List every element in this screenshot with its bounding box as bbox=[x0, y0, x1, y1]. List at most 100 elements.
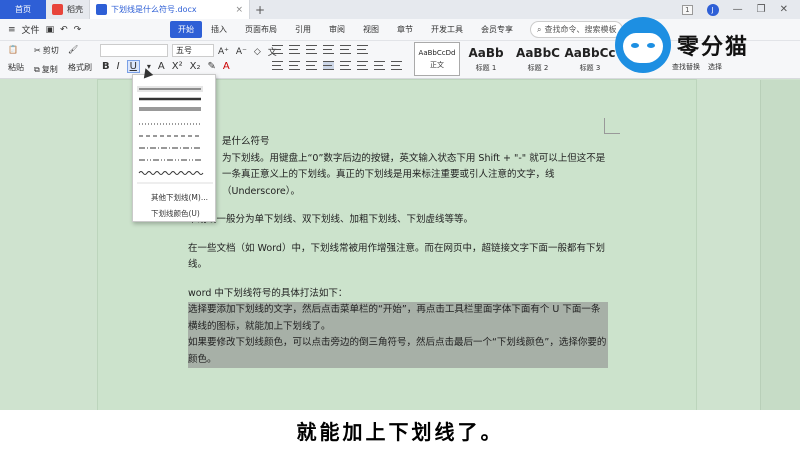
tab-review[interactable]: 审阅 bbox=[320, 24, 354, 35]
close-tab-icon[interactable]: × bbox=[235, 5, 243, 15]
justify-icon[interactable] bbox=[323, 61, 334, 70]
hamburger-icon[interactable]: ≡ bbox=[8, 25, 16, 35]
bullet-list-icon[interactable] bbox=[272, 45, 283, 54]
avatar[interactable]: J bbox=[706, 3, 719, 16]
tab-daoke[interactable]: 稻壳 bbox=[46, 0, 90, 19]
tab-home[interactable]: 首页 bbox=[0, 0, 46, 19]
brush-icon: 🖌 bbox=[68, 45, 79, 54]
show-marks-icon[interactable] bbox=[357, 45, 368, 54]
distribute-icon[interactable] bbox=[340, 61, 351, 70]
maximize-icon[interactable]: ❐ bbox=[757, 4, 766, 15]
style-normal[interactable]: AaBbCcDd 正文 bbox=[414, 42, 460, 76]
font-color-icon[interactable]: A bbox=[158, 61, 165, 72]
increase-indent-icon[interactable] bbox=[323, 45, 334, 54]
paste-label[interactable]: 粘贴 bbox=[8, 62, 24, 73]
underline-button[interactable]: U bbox=[126, 60, 140, 73]
search-placeholder: 查找命令、搜索模板 bbox=[544, 25, 617, 34]
new-tab-button[interactable]: + bbox=[250, 0, 270, 19]
daoke-icon bbox=[52, 4, 63, 15]
document-body[interactable]: 是什么符号 为下划线。用键盘上“0”数字后边的按键，英文输入状态下用 Shift… bbox=[188, 134, 608, 368]
video-subtitle: 就能加上下划线了。 bbox=[0, 410, 800, 450]
doc-step-1: 选择要添加下划线的文字，然后点击菜单栏的“开始”，再点击工具栏里面字体下面有个 … bbox=[188, 302, 608, 335]
format-painter-button[interactable]: 🖌 bbox=[68, 45, 92, 54]
highlight-icon[interactable]: ✎ bbox=[207, 61, 215, 72]
doc-paragraph-3: 在一些文档（如 Word）中，下划线常被用作增强注意。而在网页中，超链接文字下面… bbox=[188, 242, 605, 271]
close-window-icon[interactable]: ✕ bbox=[780, 4, 788, 15]
style-gallery: AaBbCcDd 正文 AaBb 标题 1 AaBbC 标题 2 AaBbCc … bbox=[414, 42, 616, 76]
sort-icon[interactable] bbox=[340, 45, 351, 54]
style-heading-1[interactable]: AaBb 标题 1 bbox=[460, 42, 512, 76]
italic-button[interactable]: I bbox=[117, 61, 120, 72]
watermark-logo: 零分猫 bbox=[615, 15, 770, 75]
numbered-list-icon[interactable] bbox=[289, 45, 300, 54]
tab-start[interactable]: 开始 bbox=[170, 21, 202, 38]
doc-paragraph-2: 下划线一般分为单下划线、双下划线、加粗下划线、下划虚线等等。 bbox=[188, 214, 474, 225]
decrease-indent-icon[interactable] bbox=[306, 45, 317, 54]
style-sample: AaBb bbox=[468, 45, 504, 60]
logo-text: 零分猫 bbox=[677, 35, 750, 60]
command-search[interactable]: ⌕ 查找命令、搜索模板 bbox=[530, 21, 624, 38]
scissors-icon: ✂ bbox=[34, 46, 41, 55]
copy-label: 复制 bbox=[41, 65, 58, 74]
superscript-icon[interactable]: X² bbox=[172, 61, 183, 72]
subscript-icon[interactable]: X₂ bbox=[190, 61, 201, 72]
doc-paragraph-1: 为下划线。用键盘上“0”数字后边的按键，英文输入状态下用 Shift + "-"… bbox=[222, 152, 606, 197]
style-label: 标题 2 bbox=[527, 63, 549, 72]
tab-developer[interactable]: 开发工具 bbox=[422, 24, 472, 35]
underline-color-item[interactable]: 下划线颜色(U) bbox=[151, 208, 200, 219]
shading-icon[interactable] bbox=[374, 61, 385, 70]
save-icon[interactable]: ▣ bbox=[46, 25, 55, 35]
word-doc-icon bbox=[96, 4, 107, 15]
tab-insert[interactable]: 插入 bbox=[202, 24, 236, 35]
tab-page-layout[interactable]: 页面布局 bbox=[236, 24, 286, 35]
style-sample: AaBbCc bbox=[564, 45, 616, 60]
clear-format-icon[interactable]: ◇ bbox=[254, 47, 261, 57]
tab-label: 稻壳 bbox=[67, 5, 83, 14]
style-label: 正文 bbox=[430, 60, 444, 69]
tab-label: 下划线是什么符号.docx bbox=[111, 5, 197, 14]
underline-dropdown-menu: 其他下划线(M)... 下划线颜色(U) bbox=[132, 74, 216, 222]
cut-label: 剪切 bbox=[42, 46, 59, 55]
doc-step-2: 如果要修改下划线颜色，可以点击旁边的倒三角符号，然后点击最后一个“下划线颜色”，… bbox=[188, 335, 608, 368]
border-icon[interactable] bbox=[391, 61, 402, 70]
doc-steps-title: word 中下划线符号的具体打法如下： bbox=[188, 287, 348, 299]
right-panel bbox=[760, 80, 800, 410]
cut-button[interactable]: ✂ 剪切 bbox=[34, 45, 59, 56]
page-count-badge[interactable]: 1 bbox=[682, 4, 693, 15]
style-sample: AaBbCcDd bbox=[418, 48, 456, 57]
format-painter-label[interactable]: 格式刷 bbox=[68, 62, 92, 73]
copy-button[interactable]: ⧉ 复制 bbox=[34, 64, 59, 75]
copy-icon: ⧉ bbox=[34, 64, 40, 74]
tab-member[interactable]: 会员专享 bbox=[472, 24, 522, 35]
align-left-icon[interactable] bbox=[272, 61, 283, 70]
style-label: 标题 3 bbox=[579, 63, 601, 72]
redo-icon[interactable]: ↷ bbox=[74, 25, 82, 35]
doc-heading: 是什么符号 bbox=[222, 136, 270, 147]
shrink-font-icon[interactable]: A⁻ bbox=[236, 47, 247, 57]
style-sample: AaBbC bbox=[516, 45, 560, 60]
paste-button[interactable]: 📋 bbox=[8, 45, 24, 54]
tab-chapter[interactable]: 章节 bbox=[388, 24, 422, 35]
align-right-icon[interactable] bbox=[306, 61, 317, 70]
undo-icon[interactable]: ↶ bbox=[60, 25, 68, 35]
font-family-select[interactable] bbox=[100, 44, 168, 57]
align-center-icon[interactable] bbox=[289, 61, 300, 70]
tab-document[interactable]: 下划线是什么符号.docx × bbox=[90, 0, 250, 19]
font-size-select[interactable]: 五号 bbox=[172, 44, 214, 57]
file-menu[interactable]: 文件 bbox=[22, 23, 40, 36]
text-color-icon[interactable]: A bbox=[223, 61, 230, 72]
bold-button[interactable]: B bbox=[102, 61, 110, 72]
line-spacing-icon[interactable] bbox=[357, 61, 368, 70]
style-heading-2[interactable]: AaBbC 标题 2 bbox=[512, 42, 564, 76]
page-corner-mark bbox=[604, 118, 620, 134]
tab-references[interactable]: 引用 bbox=[286, 24, 320, 35]
more-underlines-item[interactable]: 其他下划线(M)... bbox=[151, 192, 208, 203]
cat-logo-icon bbox=[615, 17, 671, 73]
tab-view[interactable]: 视图 bbox=[354, 24, 388, 35]
left-margin-area bbox=[0, 80, 98, 410]
subtitle-text: 就能加上下划线了。 bbox=[296, 419, 504, 444]
grow-font-icon[interactable]: A⁺ bbox=[218, 47, 229, 57]
minimize-icon[interactable]: — bbox=[733, 4, 743, 15]
style-heading-3[interactable]: AaBbCc 标题 3 bbox=[564, 42, 616, 76]
style-label: 标题 1 bbox=[475, 63, 497, 72]
